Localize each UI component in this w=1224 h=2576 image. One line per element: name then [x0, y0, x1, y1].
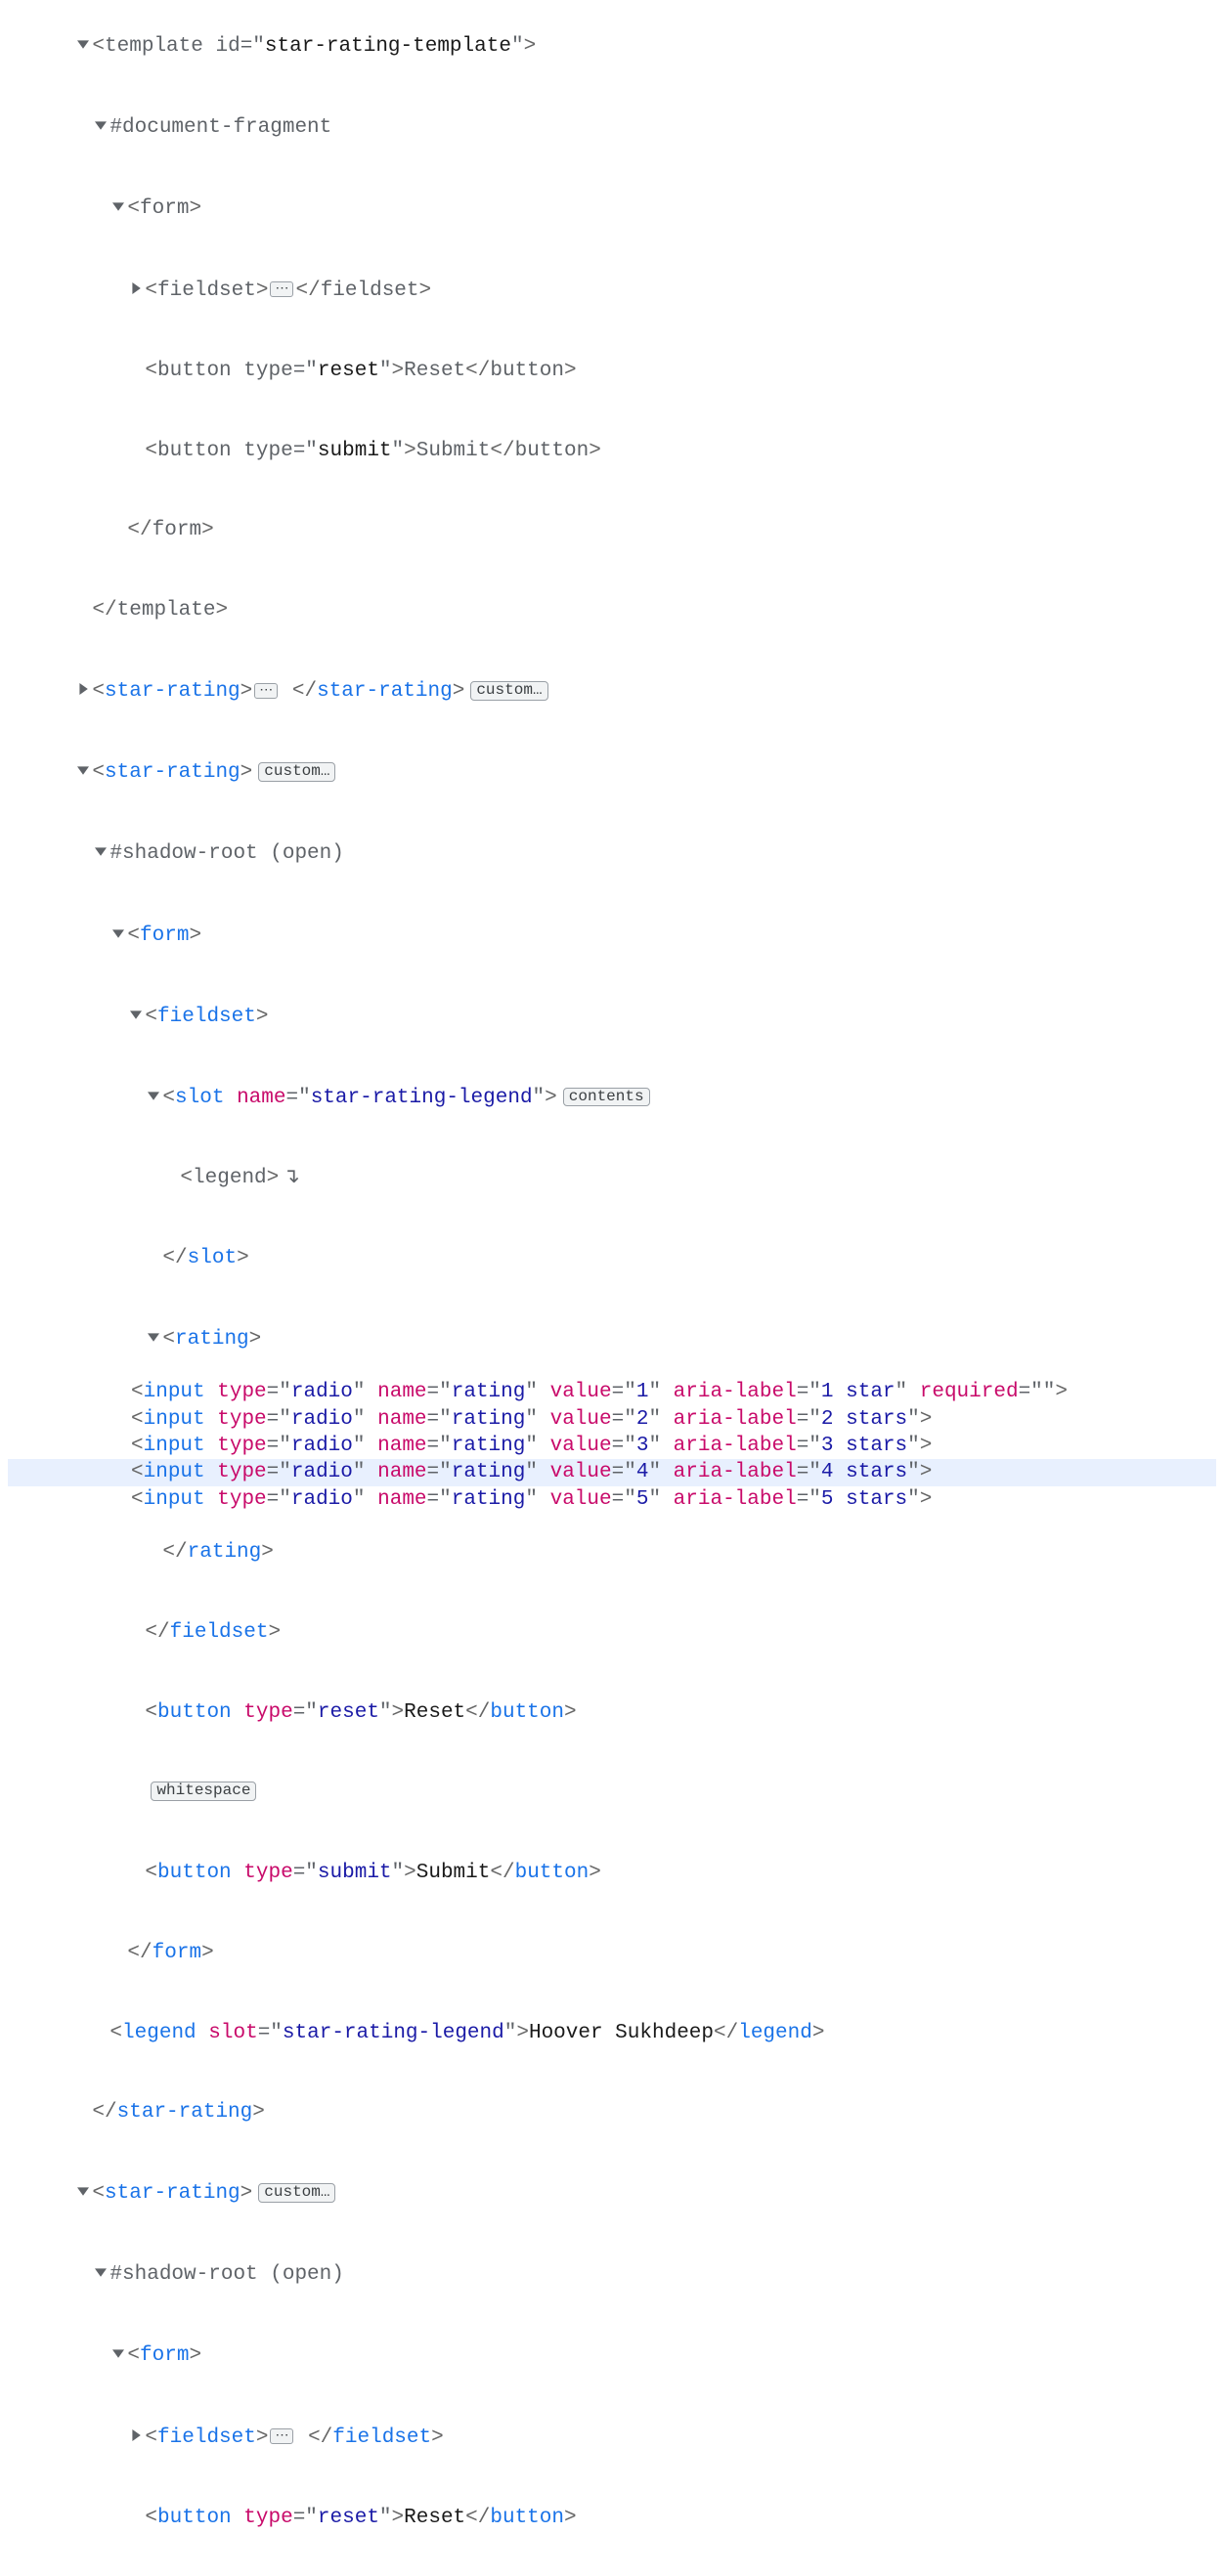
expand-toggle[interactable] [145, 1325, 162, 1352]
template-close[interactable]: </template> [8, 571, 1216, 651]
sr3-reset-button[interactable]: <button type="reset">Reset</button> [8, 2477, 1216, 2557]
star-rating-2-close[interactable]: </star-rating> [8, 2073, 1216, 2153]
sr3-fieldset[interactable]: <fieldset>⋯ </fieldset> [8, 2396, 1216, 2477]
sr2-legend-child[interactable]: <legend slot="star-rating-legend">Hoover… [8, 1993, 1216, 2073]
sr2-slot-close[interactable]: </slot> [8, 1218, 1216, 1298]
sr2-slot-open[interactable]: <slot name="star-rating-legend">contents [8, 1056, 1216, 1138]
expand-toggle[interactable] [109, 922, 127, 948]
expand-toggle[interactable] [74, 758, 92, 785]
expand-toggle[interactable] [109, 2341, 127, 2368]
expand-toggle[interactable] [127, 277, 145, 303]
custom-element-badge[interactable]: custom… [470, 681, 547, 701]
whitespace-badge: whitespace [151, 1782, 256, 1801]
ellipsis-icon[interactable]: ⋯ [254, 683, 278, 699]
template-form-open[interactable]: <form> [8, 168, 1216, 249]
dom-tree: <template id="star-rating-template"> #do… [0, 0, 1224, 2576]
sr2-slot-legend[interactable]: <legend>↴ [8, 1138, 1216, 1219]
ellipsis-icon[interactable]: ⋯ [270, 2428, 293, 2444]
sr2-inputs: <input type="radio" name="rating" value=… [8, 1379, 1216, 1512]
star-rating-2-open[interactable]: <star-rating>custom… [8, 732, 1216, 813]
template-reset-button[interactable]: <button type="reset">Reset</button> [8, 330, 1216, 410]
contents-badge[interactable]: contents [563, 1088, 650, 1107]
sr2-input-5[interactable]: <input type="radio" name="rating" value=… [8, 1486, 1216, 1513]
custom-element-badge[interactable]: custom… [258, 762, 335, 782]
sr2-whitespace[interactable]: whitespace [8, 1753, 1216, 1833]
sr2-form-open[interactable]: <form> [8, 894, 1216, 975]
reveal-icon[interactable]: ↴ [283, 1167, 300, 1189]
sr3-whitespace[interactable]: whitespace [8, 2557, 1216, 2576]
star-rating-1[interactable]: <star-rating>⋯ </star-rating>custom… [8, 651, 1216, 732]
sr2-rating-open[interactable]: <rating> [8, 1298, 1216, 1379]
sr2-input-1[interactable]: <input type="radio" name="rating" value=… [8, 1379, 1216, 1405]
sr2-fieldset-close[interactable]: </fieldset> [8, 1593, 1216, 1673]
expand-toggle[interactable] [92, 113, 109, 140]
shadow-root-3[interactable]: #shadow-root (open) [8, 2234, 1216, 2315]
expand-toggle[interactable] [127, 1003, 145, 1029]
template-submit-button[interactable]: <button type="submit">Submit</button> [8, 410, 1216, 491]
sr2-submit-button[interactable]: <button type="submit">Submit</button> [8, 1832, 1216, 1912]
expand-toggle[interactable] [74, 677, 92, 704]
expand-toggle[interactable] [74, 32, 92, 59]
expand-toggle[interactable] [109, 194, 127, 221]
custom-element-badge[interactable]: custom… [258, 2183, 335, 2203]
document-fragment[interactable]: #document-fragment [8, 87, 1216, 168]
expand-toggle[interactable] [145, 1084, 162, 1110]
template-form-close[interactable]: </form> [8, 491, 1216, 571]
sr2-rating-close[interactable]: </rating> [8, 1513, 1216, 1593]
sr2-input-4[interactable]: <input type="radio" name="rating" value=… [8, 1459, 1216, 1485]
expand-toggle[interactable] [92, 2260, 109, 2287]
sr3-form-open[interactable]: <form> [8, 2315, 1216, 2396]
expand-toggle[interactable] [74, 2179, 92, 2206]
sr2-reset-button[interactable]: <button type="reset">Reset</button> [8, 1673, 1216, 1753]
shadow-root-2[interactable]: #shadow-root (open) [8, 813, 1216, 894]
sr2-fieldset-open[interactable]: <fieldset> [8, 975, 1216, 1056]
ellipsis-icon[interactable]: ⋯ [270, 281, 293, 297]
template-fieldset[interactable]: <fieldset>⋯</fieldset> [8, 249, 1216, 330]
star-rating-3-open[interactable]: <star-rating>custom… [8, 2153, 1216, 2234]
expand-toggle[interactable] [127, 2424, 145, 2450]
expand-toggle[interactable] [92, 839, 109, 866]
template-open[interactable]: <template id="star-rating-template"> [8, 6, 1216, 87]
sr2-input-2[interactable]: <input type="radio" name="rating" value=… [8, 1406, 1216, 1433]
sr2-input-3[interactable]: <input type="radio" name="rating" value=… [8, 1433, 1216, 1459]
sr2-form-close[interactable]: </form> [8, 1912, 1216, 1993]
